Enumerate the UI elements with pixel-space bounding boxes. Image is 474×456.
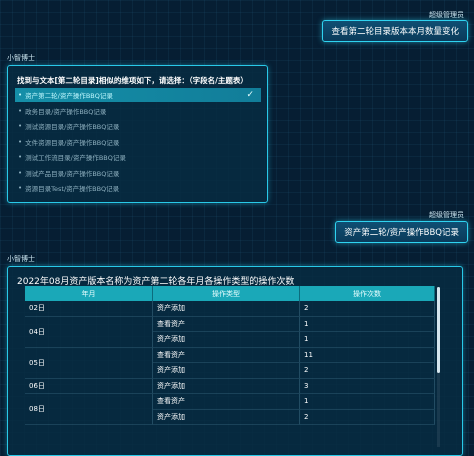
month-cell: 08日 (25, 394, 153, 425)
type-cell: 资产添加 (153, 363, 300, 379)
count-cell: 2 (300, 363, 435, 379)
bullet-icon: • (18, 122, 23, 130)
column-header: 操作类型 (153, 286, 300, 301)
option-label: 测试产品目录/资产操作BBQ记录 (25, 169, 120, 178)
month-cell: 06日 (25, 378, 153, 394)
count-cell: 11 (300, 347, 435, 363)
type-cell: 查看资产 (153, 394, 300, 410)
count-cell: 2 (300, 301, 435, 317)
option-item[interactable]: • 文件资源目录/资产操作BBQ记录 (15, 135, 261, 149)
option-label: 资源目录Test/资产操作BBQ记录 (25, 185, 120, 193)
option-label: 资产第二轮/资产操作BBQ记录 (25, 92, 113, 100)
count-cell: 1 (300, 394, 435, 410)
user-message-text: 查看第二轮目录版本本月数量变化 (331, 27, 459, 37)
type-cell: 查看资产 (153, 316, 300, 332)
column-header: 操作次数 (300, 286, 435, 301)
selection-prompt: 找到与文本[第二轮目录]相似的维项如下，请选择：（字段名/主题表） (17, 76, 248, 85)
bot-name: 小智博士 (7, 54, 35, 62)
option-item[interactable]: • 测试资源目录/资产操作BBQ记录 (15, 119, 261, 133)
user-message-text: 资产第二轮/资产操作BBQ记录 (344, 228, 459, 238)
type-cell: 资产添加 (153, 301, 300, 317)
option-item[interactable]: • 资产第二轮/资产操作BBQ记录 ✓ (15, 88, 261, 102)
option-label: 测试资源目录/资产操作BBQ记录 (25, 123, 120, 131)
selection-panel: 找到与文本[第二轮目录]相似的维项如下，请选择：（字段名/主题表） • 资产第二轮… (7, 65, 268, 203)
scrollbar-thumb[interactable] (437, 287, 440, 373)
month-cell: 04日 (25, 316, 153, 348)
check-icon: ✓ (246, 90, 254, 100)
count-cell: 3 (300, 378, 435, 394)
bullet-icon: • (18, 91, 23, 99)
bullet-icon: • (18, 137, 23, 146)
option-label: 测试工作流目录/资产操作BBQ记录 (25, 154, 126, 162)
user-name: 超级管理员 (429, 11, 464, 19)
type-cell: 资产添加 (153, 409, 300, 425)
bullet-icon: • (18, 106, 23, 115)
option-label: 文件资源目录/资产操作BBQ记录 (25, 138, 120, 147)
user-message-bubble: 资产第二轮/资产操作BBQ记录 (335, 221, 468, 243)
option-item[interactable]: • 资源目录Test/资产操作BBQ记录 (15, 181, 261, 195)
option-label: 政务目录/资产操作BBQ记录 (25, 107, 107, 116)
bullet-icon: • (18, 184, 23, 192)
table-scrollbar[interactable] (437, 287, 440, 447)
type-cell: 资产添加 (153, 378, 300, 394)
column-header: 年月 (25, 286, 153, 301)
option-item[interactable]: • 测试工作流目录/资产操作BBQ记录 (15, 150, 261, 164)
type-cell: 查看资产 (153, 347, 300, 363)
user-name: 超级管理员 (429, 211, 464, 219)
count-cell: 1 (300, 316, 435, 332)
month-cell: 02日 (25, 301, 153, 317)
option-item[interactable]: • 政务目录/资产操作BBQ记录 (15, 104, 261, 118)
user-message-bubble: 查看第二轮目录版本本月数量变化 (322, 20, 468, 42)
bullet-icon: • (18, 153, 23, 161)
option-item[interactable]: • 测试产品目录/资产操作BBQ记录 (15, 166, 261, 180)
bullet-icon: • (18, 168, 23, 177)
count-cell: 2 (300, 409, 435, 425)
type-cell: 资产添加 (153, 332, 300, 348)
month-cell: 05日 (25, 347, 153, 379)
bot-name: 小智博士 (7, 255, 35, 263)
count-cell: 1 (300, 332, 435, 348)
